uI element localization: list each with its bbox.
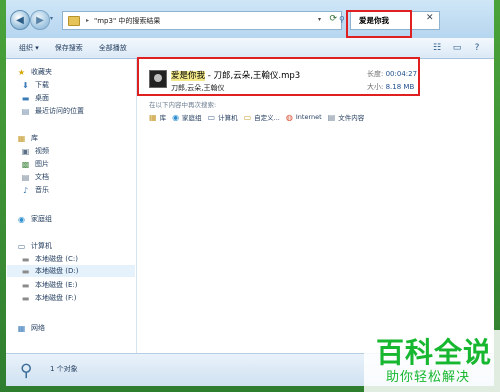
search-highlight-annotation — [346, 10, 412, 38]
watermark-subtitle: 助你轻松解决 — [386, 370, 471, 385]
watermark-title: 百科全说 — [376, 336, 493, 369]
help-icon[interactable]: ? — [470, 42, 484, 54]
search-again-internet[interactable]: ◍ Internet — [286, 113, 322, 122]
documents-icon: ▤ — [21, 172, 30, 182]
download-folder-icon: ⬇ — [22, 80, 29, 90]
view-options-icon[interactable]: ☷ — [430, 42, 444, 54]
result-highlight-annotation — [137, 57, 420, 96]
star-icon: ★ — [17, 67, 26, 77]
breadcrumb-arrow-icon[interactable]: ▸ — [86, 17, 89, 24]
search-scope-icon: ⚲ — [339, 15, 345, 24]
internet-icon: ◍ — [285, 112, 293, 122]
sidebar-item-label: 图片 — [35, 160, 49, 168]
sidebar-item-label: 音乐 — [35, 186, 49, 194]
navigation-pane: ★ 收藏夹 ⬇ 下载 ▬ 桌面 ▤ 最近访问的位置 ▦ 库 ▣ 视频 ▩ 图片 … — [6, 59, 137, 353]
sidebar-item-drive-e[interactable]: ▬ 本地磁盘 (E:) — [20, 280, 78, 290]
sidebar-item-label: 本地磁盘 (E:) — [35, 281, 78, 289]
sidebar-item-label: 文档 — [35, 173, 49, 181]
homegroup-icon: ◉ — [172, 112, 180, 122]
sidebar-item-label: 本地磁盘 (C:) — [35, 255, 78, 263]
organize-button[interactable]: 组织 ▾ — [16, 41, 42, 55]
option-label: 文件内容 — [338, 114, 365, 122]
sidebar-item-recent[interactable]: ▤ 最近访问的位置 — [20, 106, 84, 116]
sidebar-item-music[interactable]: ♪ 音乐 — [20, 185, 49, 195]
search-again-custom[interactable]: ▭ 自定义... — [243, 112, 280, 123]
preview-pane-icon[interactable]: ▭ — [450, 42, 464, 54]
back-arrow-icon: ◀ — [16, 14, 24, 26]
library-icon: ▦ — [17, 133, 26, 143]
sidebar-item-network[interactable]: ▦ 网络 — [16, 323, 45, 333]
back-button[interactable]: ◀ — [10, 10, 30, 30]
breadcrumb[interactable]: "mp3" 中的搜索结果 — [94, 16, 160, 26]
sidebar-item-label: 视频 — [35, 147, 49, 155]
option-label: Internet — [295, 113, 322, 121]
forward-button[interactable]: ▶ — [30, 10, 50, 30]
sidebar-item-label: 最近访问的位置 — [35, 107, 84, 115]
recent-pages-dropdown-icon[interactable]: ▾ — [50, 15, 53, 22]
sidebar-item-label: 网络 — [31, 324, 45, 332]
desktop-icon: ▬ — [21, 93, 30, 103]
refresh-icon[interactable]: ⟳ — [329, 14, 337, 24]
sidebar-item-label: 下载 — [35, 81, 49, 89]
option-label: 库 — [159, 114, 167, 122]
sidebar-item-label: 收藏夹 — [31, 68, 52, 76]
sidebar-item-libraries[interactable]: ▦ 库 — [16, 133, 38, 143]
sidebar-item-label: 本地磁盘 (F:) — [35, 294, 77, 302]
sidebar-item-favorites[interactable]: ★ 收藏夹 — [16, 67, 52, 77]
library-icon: ▦ — [149, 112, 157, 122]
search-again-computer[interactable]: ▭ 计算机 — [207, 112, 238, 123]
sidebar-item-label: 家庭组 — [31, 215, 52, 223]
drive-icon: ▬ — [21, 293, 30, 303]
search-again-homegroup[interactable]: ◉ 家庭组 — [172, 112, 202, 123]
sidebar-item-desktop[interactable]: ▬ 桌面 — [20, 93, 49, 103]
explorer-window: ◀ ▶ ▾ ▸ "mp3" 中的搜索结果 ▾ ⟳ ⚲ 爱是你我 ✕ 组织 ▾ 保… — [0, 0, 500, 392]
sidebar-item-drive-d[interactable]: ▬ 本地磁盘 (D:) — [7, 265, 135, 277]
pictures-icon: ▩ — [21, 159, 30, 169]
computer-icon: ▭ — [207, 112, 216, 122]
option-label: 自定义... — [254, 114, 280, 122]
sidebar-item-drive-c[interactable]: ▬ 本地磁盘 (C:) — [20, 254, 78, 264]
status-item-count: 1 个对象 — [50, 365, 78, 373]
drive-icon: ▬ — [21, 266, 30, 276]
drive-icon: ▬ — [21, 280, 30, 290]
clear-search-icon[interactable]: ✕ — [426, 13, 434, 23]
sidebar-item-label: 桌面 — [35, 94, 49, 102]
address-bar-area: ◀ ▶ ▾ ▸ "mp3" 中的搜索结果 ▾ ⟳ ⚲ 爱是你我 ✕ — [6, 0, 494, 38]
sidebar-item-homegroup[interactable]: ◉ 家庭组 — [16, 214, 52, 224]
search-icon: ⚲ — [20, 361, 33, 381]
search-again-file-contents[interactable]: ▤ 文件内容 — [327, 112, 365, 123]
sidebar-item-videos[interactable]: ▣ 视频 — [20, 146, 49, 156]
forward-arrow-icon: ▶ — [36, 14, 44, 26]
recent-places-icon: ▤ — [21, 106, 30, 116]
sidebar-item-downloads[interactable]: ⬇ 下载 — [20, 80, 49, 90]
command-bar: 组织 ▾ 保存搜索 全部播放 ☷ ▭ ? — [6, 38, 494, 59]
search-again-label: 在以下内容中再次搜索: — [149, 101, 217, 109]
save-search-button[interactable]: 保存搜索 — [52, 41, 86, 55]
computer-icon: ▭ — [17, 241, 26, 251]
folder-icon: ▭ — [243, 112, 252, 122]
video-icon: ▣ — [21, 146, 30, 156]
drive-icon: ▬ — [21, 254, 30, 264]
search-results-pane: 爱是你我 - 刀郎,云朵,王翰仪.mp3 刀郎,云朵,王翰仪 长度: 00:04… — [137, 59, 494, 353]
network-icon: ▦ — [17, 323, 26, 333]
sidebar-item-drive-f[interactable]: ▬ 本地磁盘 (F:) — [20, 293, 77, 303]
sidebar-item-pictures[interactable]: ▩ 图片 — [20, 159, 49, 169]
sidebar-item-label: 本地磁盘 (D:) — [35, 267, 79, 275]
sidebar-item-documents[interactable]: ▤ 文档 — [20, 172, 49, 182]
play-all-button[interactable]: 全部播放 — [96, 41, 130, 55]
homegroup-icon: ◉ — [18, 214, 25, 224]
search-again-libraries[interactable]: ▦ 库 — [149, 112, 167, 123]
sidebar-item-label: 库 — [31, 134, 38, 142]
search-again-options: ▦ 库 ◉ 家庭组 ▭ 计算机 ▭ 自定义... ◍ Internet ▤ 文件内容 — [149, 112, 365, 123]
document-icon: ▤ — [327, 112, 336, 122]
option-label: 计算机 — [218, 114, 238, 122]
address-dropdown-icon[interactable]: ▾ — [318, 16, 321, 23]
folder-icon — [68, 15, 80, 26]
option-label: 家庭组 — [182, 114, 202, 122]
address-bar[interactable]: ▸ "mp3" 中的搜索结果 ▾ ⟳ — [62, 11, 342, 30]
sidebar-item-label: 计算机 — [31, 242, 52, 250]
sidebar-item-computer[interactable]: ▭ 计算机 — [16, 241, 52, 251]
music-icon: ♪ — [22, 185, 29, 195]
